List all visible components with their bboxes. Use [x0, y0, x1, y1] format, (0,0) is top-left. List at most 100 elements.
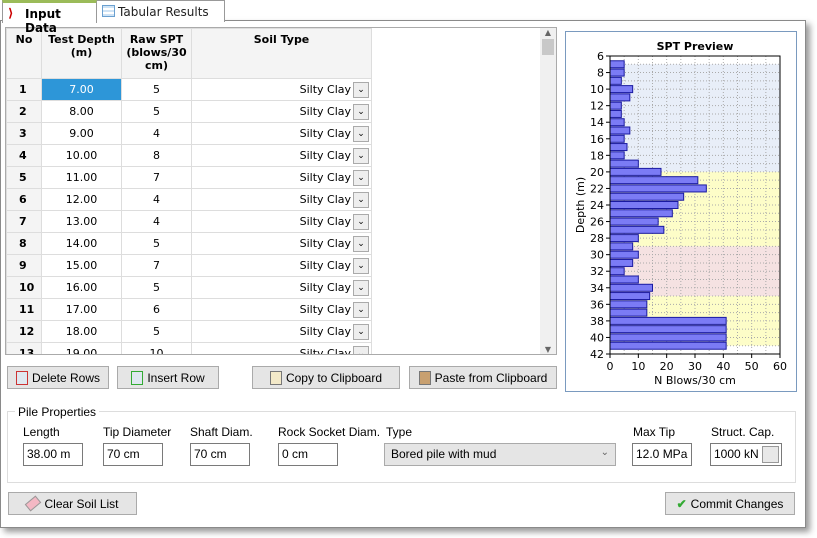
- insert-row-button[interactable]: Insert Row: [117, 366, 219, 389]
- shaft-diam-input[interactable]: 70 cm: [190, 443, 250, 466]
- spt-cell[interactable]: 5: [121, 232, 192, 255]
- depth-cell[interactable]: 8.00: [41, 100, 122, 123]
- spt-cell[interactable]: 4: [121, 210, 192, 233]
- clear-soil-list-button[interactable]: Clear Soil List: [8, 492, 137, 515]
- chevron-down-icon[interactable]: ⌄: [353, 323, 369, 340]
- spt-cell[interactable]: 5: [121, 100, 192, 123]
- bar: [609, 325, 727, 334]
- chevron-down-icon[interactable]: ⌄: [353, 235, 369, 252]
- chevron-down-icon[interactable]: ⌄: [353, 279, 369, 296]
- scroll-down-icon[interactable]: ▼: [540, 345, 556, 354]
- bar: [609, 68, 625, 77]
- chevron-down-icon[interactable]: ⌄: [353, 345, 369, 354]
- soil-type-cell[interactable]: Silty Clay ⌄: [191, 100, 372, 123]
- depth-cell[interactable]: 17.00: [41, 298, 122, 321]
- chevron-down-icon[interactable]: ⌄: [353, 257, 369, 274]
- x-axis-label: N Blows/30 cm: [654, 374, 736, 387]
- delete-rows-button[interactable]: Delete Rows: [7, 366, 109, 389]
- row-number: 8: [6, 232, 42, 255]
- paste-from-clipboard-button[interactable]: Paste from Clipboard: [409, 366, 557, 389]
- table-row[interactable]: 9 15.00 7 Silty Clay ⌄: [6, 254, 542, 277]
- spt-cell[interactable]: 8: [121, 144, 192, 167]
- spt-cell[interactable]: 10: [121, 342, 192, 354]
- soil-type-cell[interactable]: Silty Clay ⌄: [191, 320, 372, 343]
- depth-cell[interactable]: 13.00: [41, 210, 122, 233]
- depth-cell[interactable]: 15.00: [41, 254, 122, 277]
- table-row[interactable]: 7 13.00 4 Silty Clay ⌄: [6, 210, 542, 233]
- struct-cap-input[interactable]: 1000 kN: [710, 443, 782, 466]
- soil-type-cell[interactable]: Silty Clay ⌄: [191, 144, 372, 167]
- table-row[interactable]: 2 8.00 5 Silty Clay ⌄: [6, 100, 542, 123]
- spt-cell[interactable]: 7: [121, 166, 192, 189]
- tip-diameter-input[interactable]: 70 cm: [103, 443, 163, 466]
- length-input[interactable]: 38.00 m: [23, 443, 83, 466]
- soil-type-cell[interactable]: Silty Clay ⌄: [191, 276, 372, 299]
- table-row[interactable]: 6 12.00 4 Silty Clay ⌄: [6, 188, 542, 211]
- spt-cell[interactable]: 5: [121, 78, 192, 101]
- rock-socket-input[interactable]: 0 cm: [278, 443, 338, 466]
- depth-cell[interactable]: 9.00: [41, 122, 122, 145]
- pile-type-select[interactable]: Bored pile with mud ⌄: [384, 443, 616, 466]
- spt-cell[interactable]: 6: [121, 298, 192, 321]
- chevron-down-icon[interactable]: ⌄: [353, 191, 369, 208]
- clipboard-icon: [269, 370, 282, 385]
- table-row[interactable]: 12 18.00 5 Silty Clay ⌄: [6, 320, 542, 343]
- soil-type-cell[interactable]: Silty Clay ⌄: [191, 232, 372, 255]
- chevron-down-icon[interactable]: ⌄: [353, 125, 369, 142]
- depth-cell[interactable]: 7.00: [41, 78, 122, 101]
- chevron-down-icon[interactable]: ⌄: [353, 301, 369, 318]
- y-tick-label: 30: [590, 249, 604, 262]
- table-row[interactable]: 10 16.00 5 Silty Clay ⌄: [6, 276, 542, 299]
- tab-tabular-results[interactable]: Tabular Results: [95, 0, 225, 22]
- calculator-button-icon[interactable]: [762, 446, 779, 463]
- soil-type-cell[interactable]: Silty Clay ⌄: [191, 166, 372, 189]
- insert-row-icon: [131, 370, 144, 385]
- soil-type-cell[interactable]: Silty Clay ⌄: [191, 210, 372, 233]
- chevron-down-icon[interactable]: ⌄: [353, 147, 369, 164]
- spt-cell[interactable]: 5: [121, 276, 192, 299]
- spt-cell[interactable]: 5: [121, 320, 192, 343]
- soil-grid[interactable]: No Test Depth (m) Raw SPT (blows/30 cm) …: [5, 27, 557, 355]
- depth-cell[interactable]: 11.00: [41, 166, 122, 189]
- soil-type-cell[interactable]: Silty Clay ⌄: [191, 254, 372, 277]
- grid-scrollbar[interactable]: ▲ ▼: [540, 28, 556, 354]
- chevron-down-icon[interactable]: ⌄: [353, 169, 369, 186]
- soil-type-cell[interactable]: Silty Clay ⌄: [191, 188, 372, 211]
- bar: [609, 101, 622, 110]
- depth-cell[interactable]: 18.00: [41, 320, 122, 343]
- depth-cell[interactable]: 10.00: [41, 144, 122, 167]
- soil-type-cell[interactable]: Silty Clay ⌄: [191, 78, 372, 101]
- row-number: 5: [6, 166, 42, 189]
- depth-cell[interactable]: 12.00: [41, 188, 122, 211]
- soil-type-cell[interactable]: Silty Clay ⌄: [191, 122, 372, 145]
- paste-icon: [418, 370, 431, 385]
- spt-cell[interactable]: 4: [121, 188, 192, 211]
- table-row[interactable]: 8 14.00 5 Silty Clay ⌄: [6, 232, 542, 255]
- chevron-down-icon[interactable]: ⌄: [353, 103, 369, 120]
- depth-cell[interactable]: 16.00: [41, 276, 122, 299]
- table-row[interactable]: 11 17.00 6 Silty Clay ⌄: [6, 298, 542, 321]
- soil-type-value: Silty Clay: [299, 192, 351, 206]
- chevron-down-icon[interactable]: ⌄: [353, 213, 369, 230]
- soil-type-cell[interactable]: Silty Clay ⌄: [191, 298, 372, 321]
- filler-cell: [372, 145, 542, 167]
- depth-cell[interactable]: 14.00: [41, 232, 122, 255]
- soil-type-cell[interactable]: Silty Clay ⌄: [191, 342, 372, 354]
- spt-cell[interactable]: 7: [121, 254, 192, 277]
- chevron-down-icon[interactable]: ⌄: [353, 81, 369, 98]
- table-row[interactable]: 5 11.00 7 Silty Clay ⌄: [6, 166, 542, 189]
- copy-to-clipboard-button[interactable]: Copy to Clipboard: [252, 366, 400, 389]
- table-row[interactable]: 1 7.00 5 Silty Clay ⌄: [6, 78, 542, 101]
- spt-cell[interactable]: 4: [121, 122, 192, 145]
- max-tip-input[interactable]: 12.0 MPa: [632, 443, 692, 466]
- depth-cell[interactable]: 19.00: [41, 342, 122, 354]
- tab-input-data[interactable]: ⟩ Input Data: [2, 0, 97, 35]
- table-row[interactable]: 3 9.00 4 Silty Clay ⌄: [6, 122, 542, 145]
- row-number: 11: [6, 298, 42, 321]
- bar: [609, 300, 648, 309]
- table-row[interactable]: 13 19.00 10 Silty Clay ⌄: [6, 342, 542, 354]
- scroll-thumb[interactable]: [542, 39, 554, 55]
- commit-changes-button[interactable]: ✔ Commit Changes: [665, 492, 795, 515]
- table-row[interactable]: 4 10.00 8 Silty Clay ⌄: [6, 144, 542, 167]
- scroll-up-icon[interactable]: ▲: [540, 28, 556, 37]
